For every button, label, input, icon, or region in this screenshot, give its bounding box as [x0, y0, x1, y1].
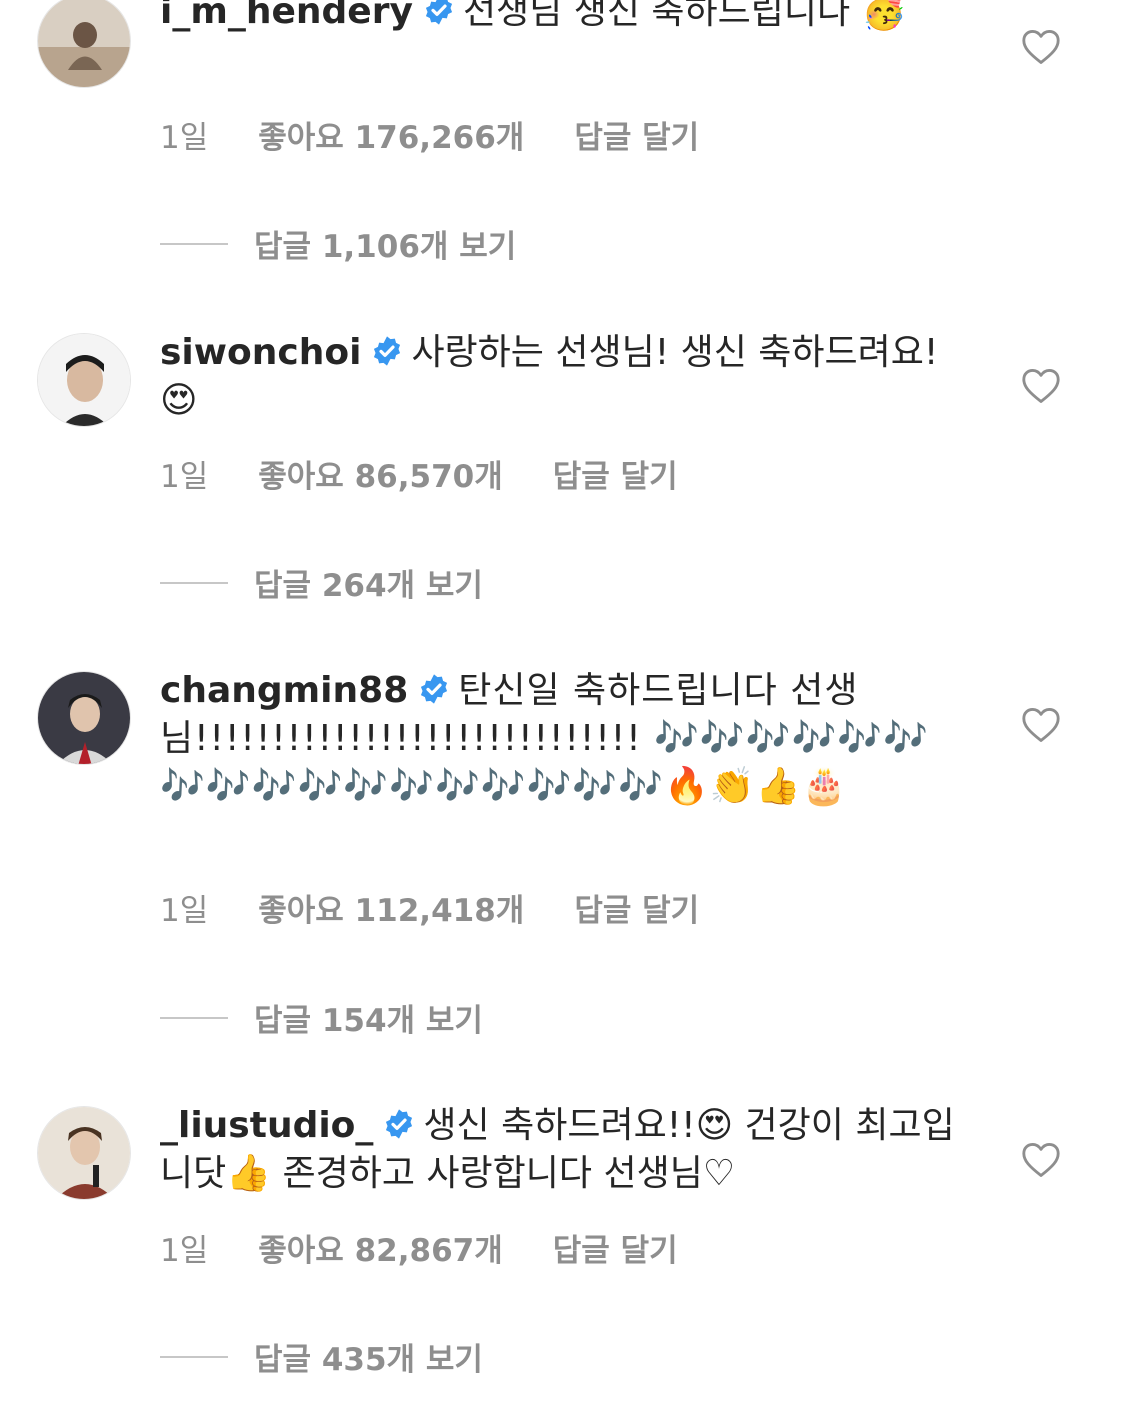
view-replies-button[interactable]: 답글 264개 보기	[160, 560, 483, 605]
view-replies-label[interactable]: 답글 264개 보기	[254, 560, 483, 605]
heart-outline-icon[interactable]	[1021, 368, 1061, 404]
verified-badge-icon	[425, 0, 453, 25]
comment-meta: 1일 좋아요 82,867개 답글 달기	[160, 1225, 678, 1270]
reply-button[interactable]: 답글 달기	[574, 112, 699, 157]
like-count[interactable]: 좋아요 112,418개	[258, 885, 524, 930]
heart-outline-icon[interactable]	[1021, 1142, 1061, 1178]
comment-username[interactable]: i_m_hendery	[160, 0, 413, 32]
avatar[interactable]	[37, 671, 131, 765]
comment-username[interactable]: siwonchoi	[160, 332, 361, 373]
comment-meta: 1일 좋아요 176,266개 답글 달기	[160, 112, 699, 157]
view-replies-label[interactable]: 답글 1,106개 보기	[254, 221, 516, 266]
comment-body: changmin88 탄신일 축하드립니다 선생님!!!!!!!!!!!!!!!!…	[160, 667, 980, 811]
comment-time: 1일	[160, 893, 209, 929]
avatar[interactable]	[37, 333, 131, 427]
avatar[interactable]	[37, 1106, 131, 1200]
comment-time: 1일	[160, 1233, 209, 1269]
divider-line	[160, 1016, 228, 1019]
verified-badge-icon	[374, 336, 401, 366]
verified-badge-icon	[421, 674, 448, 704]
comment-meta: 1일 좋아요 86,570개 답글 달기	[160, 451, 678, 496]
divider-line	[160, 581, 228, 584]
reply-button[interactable]: 답글 달기	[553, 1225, 678, 1270]
view-replies-button[interactable]: 답글 435개 보기	[160, 1334, 483, 1379]
like-count[interactable]: 좋아요 176,266개	[258, 112, 524, 157]
like-count[interactable]: 좋아요 86,570개	[258, 451, 503, 496]
view-replies-button[interactable]: 답글 1,106개 보기	[160, 221, 516, 266]
avatar[interactable]	[37, 0, 131, 88]
comment-username[interactable]: changmin88	[160, 670, 408, 711]
verified-badge-icon	[386, 1109, 413, 1139]
heart-outline-icon[interactable]	[1021, 707, 1061, 743]
view-replies-button[interactable]: 답글 154개 보기	[160, 995, 483, 1040]
comment-body: siwonchoi 사랑하는 선생님! 생신 축하드려요! 😍	[160, 329, 980, 425]
comment-time: 1일	[160, 459, 209, 495]
divider-line	[160, 242, 228, 245]
divider-line	[160, 1355, 228, 1358]
view-replies-label[interactable]: 답글 154개 보기	[254, 995, 483, 1040]
comment-time: 1일	[160, 120, 209, 156]
view-replies-label[interactable]: 답글 435개 보기	[254, 1334, 483, 1379]
comment-text: 선생님 생신 축하드립니다 🥳	[462, 0, 907, 32]
comment-body: i_m_hendery 선생님 생신 축하드립니다 🥳	[160, 0, 980, 36]
reply-button[interactable]: 답글 달기	[574, 885, 699, 930]
reply-button[interactable]: 답글 달기	[553, 451, 678, 496]
comment-username[interactable]: _liustudio_	[160, 1105, 373, 1146]
heart-outline-icon[interactable]	[1021, 29, 1061, 65]
comment-body: _liustudio_ 생신 축하드려요!!😍 건강이 최고입니닷👍 존경하고 사…	[160, 1102, 980, 1198]
comment-meta: 1일 좋아요 112,418개 답글 달기	[160, 885, 699, 930]
like-count[interactable]: 좋아요 82,867개	[258, 1225, 503, 1270]
